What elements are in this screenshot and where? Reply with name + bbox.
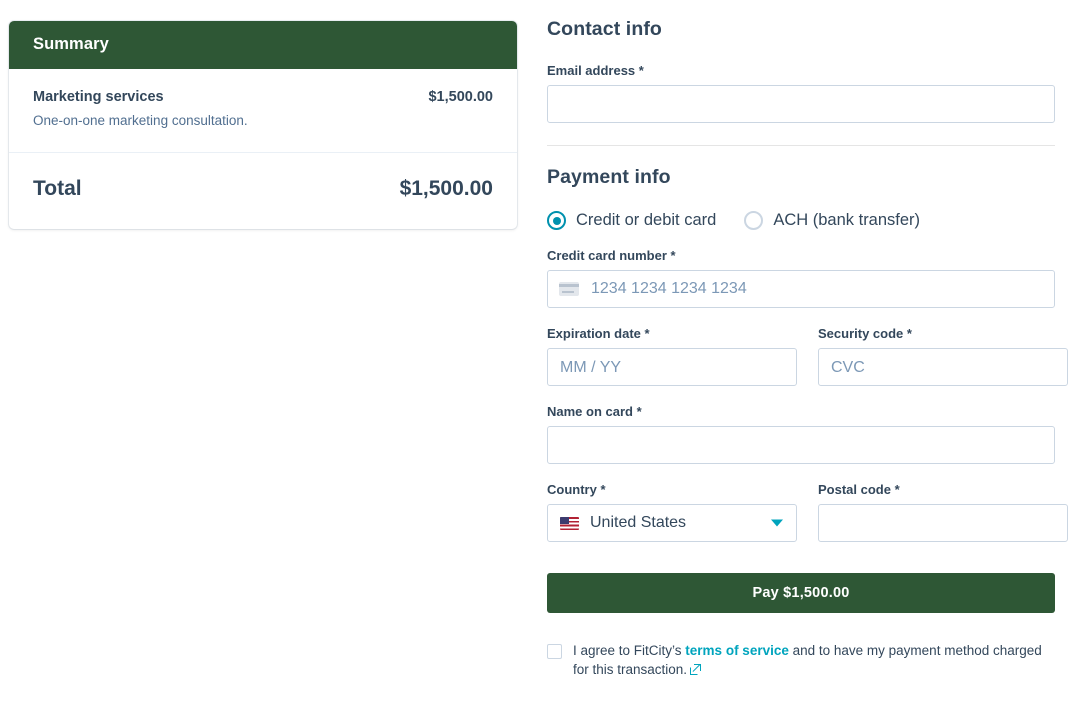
security-code-label: Security code *: [818, 326, 912, 341]
expiration-date-field: Expiration date *: [547, 326, 797, 386]
order-summary-card: Summary Marketing services $1,500.00 One…: [9, 21, 517, 229]
name-on-card-input[interactable]: [547, 426, 1055, 464]
pay-button[interactable]: Pay $1,500.00: [547, 573, 1055, 613]
section-divider: [547, 145, 1055, 146]
name-on-card-field: Name on card *: [547, 404, 1055, 464]
payment-method-card[interactable]: Credit or debit card: [547, 211, 716, 230]
us-flag-icon: [560, 516, 579, 530]
total-value: $1,500.00: [399, 177, 493, 200]
line-item-description: One-on-one marketing consultation.: [33, 113, 248, 128]
email-input[interactable]: [547, 85, 1055, 123]
postal-code-input[interactable]: [818, 504, 1068, 542]
credit-card-number-wrapper: [547, 270, 1055, 308]
terms-agreement-row: I agree to FitCity’s terms of service an…: [547, 641, 1055, 679]
contact-info-heading: Contact info: [547, 18, 662, 40]
email-address-label: Email address *: [547, 63, 644, 78]
radio-unselected-icon[interactable]: [744, 211, 764, 230]
terms-text-before: I agree to FitCity’s: [573, 643, 686, 658]
postal-code-label: Postal code *: [818, 482, 900, 497]
radio-selected-icon[interactable]: [547, 211, 566, 230]
line-item: Marketing services $1,500.00 One-on-one …: [33, 89, 493, 128]
line-item-price: $1,500.00: [428, 89, 493, 105]
chevron-down-icon[interactable]: [771, 519, 783, 527]
summary-title: Summary: [33, 35, 109, 53]
line-item-row: Marketing services $1,500.00: [33, 89, 493, 105]
summary-line-items: Marketing services $1,500.00 One-on-one …: [9, 69, 517, 152]
country-select[interactable]: United States: [547, 504, 797, 542]
summary-total-row: Total $1,500.00: [9, 153, 517, 229]
total-label: Total: [33, 177, 82, 200]
country-field: Country * United States: [547, 482, 797, 542]
credit-card-number-label: Credit card number *: [547, 248, 676, 263]
terms-text: I agree to FitCity’s terms of service an…: [573, 641, 1055, 679]
expiration-date-input[interactable]: [547, 348, 797, 386]
checkout-form: Contact info Email address * Payment inf…: [547, 18, 1068, 679]
checkout-page: Summary Marketing services $1,500.00 One…: [0, 0, 1069, 705]
payment-method-ach[interactable]: ACH (bank transfer): [744, 211, 920, 230]
payment-info-heading: Payment info: [547, 166, 671, 188]
summary-header: Summary: [9, 21, 517, 69]
external-link-icon[interactable]: [690, 664, 702, 675]
country-label: Country *: [547, 482, 606, 497]
payment-method-group: Credit or debit card ACH (bank transfer): [547, 211, 1055, 230]
country-selected-value: United States: [590, 514, 687, 531]
security-code-field: Security code *: [818, 326, 1068, 386]
security-code-input[interactable]: [818, 348, 1068, 386]
payment-method-ach-label: ACH (bank transfer): [773, 211, 921, 229]
terms-of-service-link[interactable]: terms of service: [685, 643, 789, 658]
name-on-card-label: Name on card *: [547, 404, 642, 419]
postal-code-field: Postal code *: [818, 482, 1068, 542]
payment-method-card-label: Credit or debit card: [576, 211, 717, 229]
expiration-date-label: Expiration date *: [547, 326, 650, 341]
line-item-name: Marketing services: [33, 89, 164, 105]
country-postal-row: Country * United States Postal code *: [547, 482, 1068, 542]
expiry-security-row: Expiration date * Security code *: [547, 326, 1068, 386]
credit-card-number-input[interactable]: [547, 270, 1055, 308]
terms-checkbox[interactable]: [547, 644, 562, 659]
credit-card-icon: [559, 282, 579, 296]
